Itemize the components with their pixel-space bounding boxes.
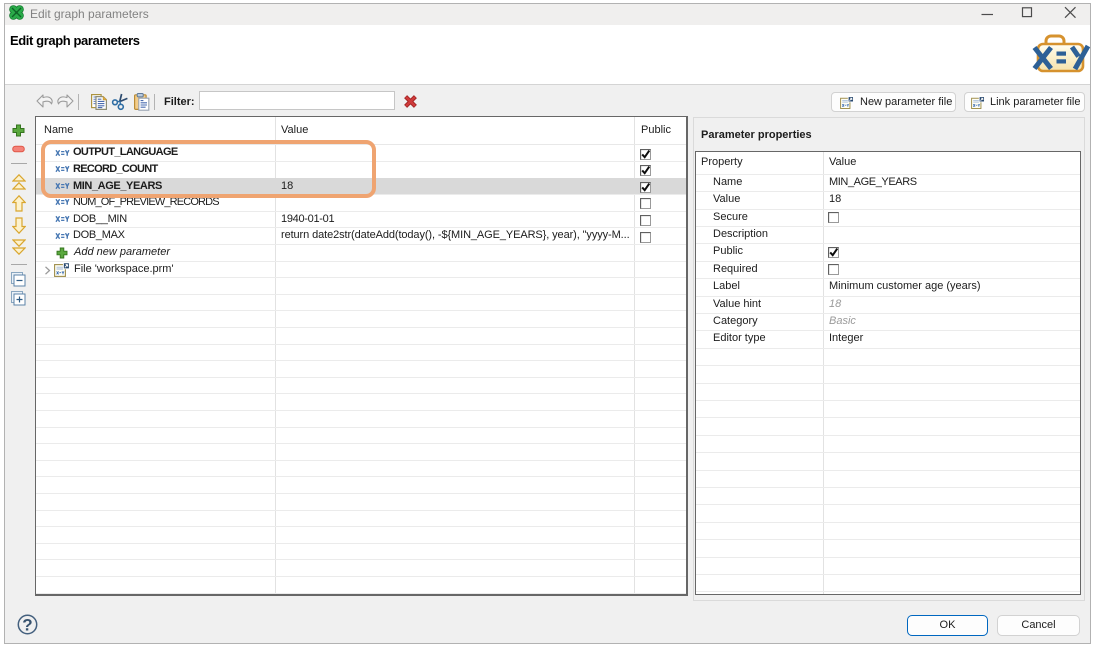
svg-text:?: ? bbox=[22, 616, 32, 635]
